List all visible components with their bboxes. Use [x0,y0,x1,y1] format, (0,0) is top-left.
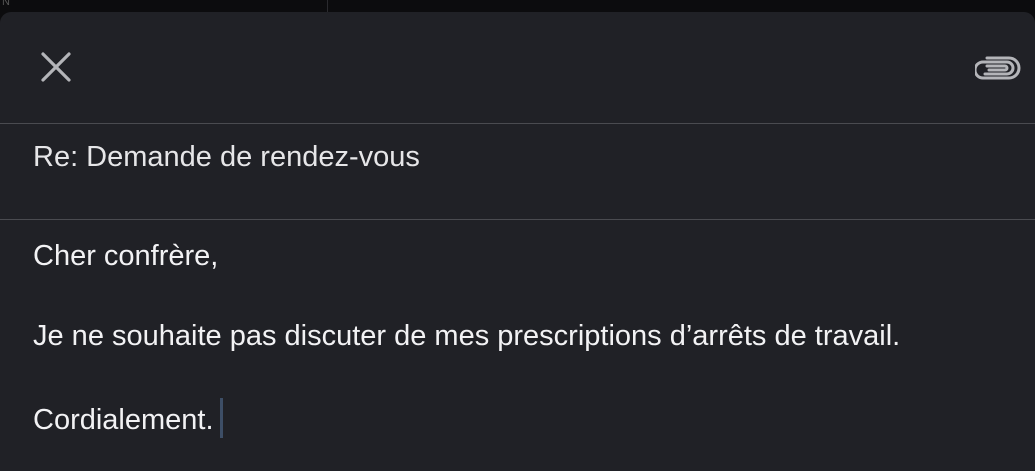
compose-toolbar [0,12,1035,124]
attach-button[interactable] [973,52,1023,84]
window-top-strip: N [0,0,1035,12]
top-strip-divider [327,0,328,12]
body-greeting[interactable]: Cher confrère, [33,240,218,273]
body-message[interactable]: Je ne souhaite pas discuter de mes presc… [33,320,900,353]
text-caret [219,398,223,438]
close-button[interactable] [36,47,76,87]
close-icon [41,52,71,82]
body-closing: Cordialement. [33,404,214,436]
subject-text[interactable]: Re: Demande de rendez-vous [33,141,420,174]
body-closing-line[interactable]: Cordialement. [33,398,223,438]
partial-glyph: N [2,0,10,8]
paperclip-icon [973,56,1021,80]
